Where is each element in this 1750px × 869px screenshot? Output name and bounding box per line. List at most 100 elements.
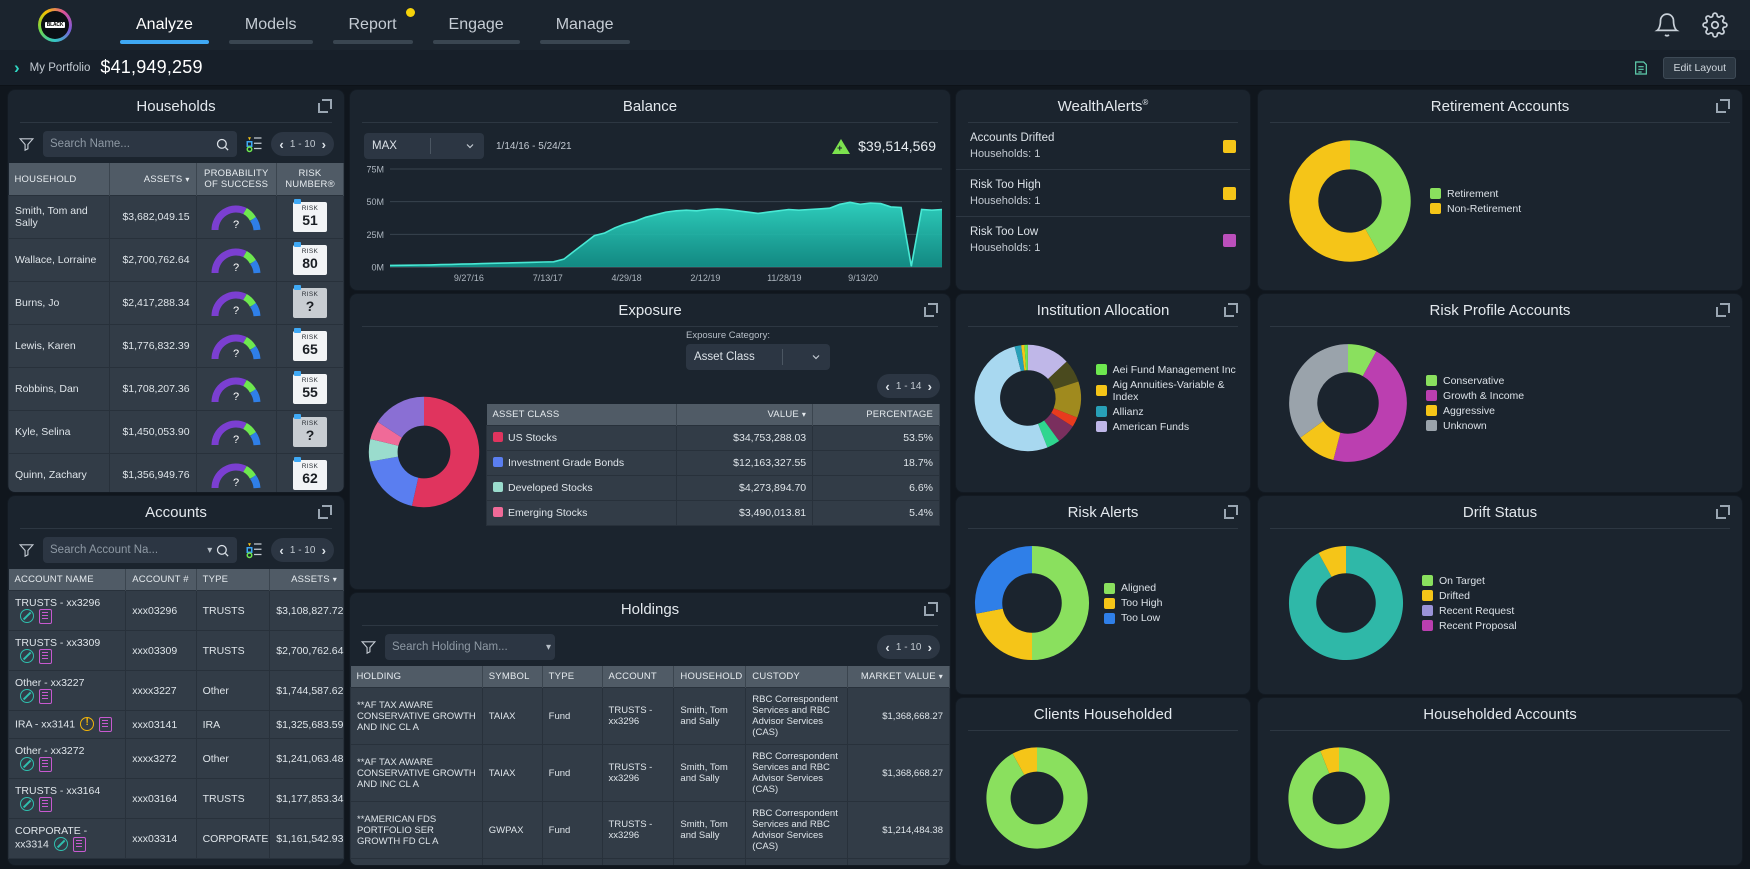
prev-page-icon[interactable]: ‹ — [885, 379, 889, 394]
brand-logo[interactable]: BLACK — [0, 8, 110, 42]
table-row[interactable]: Investment Grade Bonds $12,163,327.55 18.7… — [485, 450, 940, 476]
table-row[interactable]: Lewis, Karen $1,776,832.39? RISK 65 — [8, 324, 344, 368]
donut-slice[interactable] — [975, 608, 1032, 661]
no-restriction-icon[interactable] — [20, 609, 34, 623]
exposure-category-select[interactable]: Asset Class — [686, 344, 830, 370]
no-restriction-icon[interactable] — [20, 757, 34, 771]
expand-retirement-icon[interactable] — [1716, 99, 1730, 113]
no-restriction-icon[interactable] — [53, 837, 68, 851]
wealthalert-item[interactable]: Accounts Drifted Households: 1 — [956, 123, 1250, 169]
filter-icon[interactable] — [18, 542, 35, 559]
donut-slice[interactable] — [974, 545, 1032, 614]
donut-slice[interactable] — [369, 456, 419, 506]
edit-layout-button[interactable]: Edit Layout — [1663, 56, 1736, 79]
prev-page-icon[interactable]: ‹ — [279, 543, 283, 558]
document-icon[interactable] — [39, 689, 52, 704]
households-search-box[interactable] — [43, 131, 238, 157]
wealthalert-item[interactable]: Risk Too High Households: 1 — [956, 169, 1250, 216]
gear-icon[interactable] — [1702, 12, 1728, 38]
document-icon[interactable] — [72, 837, 86, 852]
table-row[interactable]: **AF TAX AWARE CONSERVATIVE GROWTH AND I… — [350, 687, 950, 745]
next-page-icon[interactable]: › — [322, 137, 326, 152]
next-page-icon[interactable]: › — [928, 379, 932, 394]
next-page-icon[interactable]: › — [928, 640, 932, 655]
expand-households-icon[interactable] — [318, 99, 332, 113]
column-header-assets[interactable]: ASSETS ▾ — [269, 569, 344, 591]
table-row[interactable]: Emerging Stocks $3,490,013.81 5.4% — [485, 500, 940, 526]
expand-institution-icon[interactable] — [1224, 303, 1238, 317]
nav-item-manage[interactable]: Manage — [530, 0, 640, 50]
chevron-down-icon[interactable] — [810, 351, 822, 363]
column-header-risk-number[interactable]: RISK NUMBER® — [276, 163, 344, 196]
holdings-search-box[interactable]: ▾ — [385, 634, 555, 660]
chevron-down-icon[interactable]: ▾ — [546, 642, 551, 653]
nav-item-engage[interactable]: Engage — [423, 0, 530, 50]
document-icon[interactable] — [39, 649, 52, 664]
column-header-account[interactable]: ACCOUNT — [602, 666, 675, 688]
search-icon[interactable] — [215, 137, 230, 152]
column-header-custody[interactable]: CUSTODY — [745, 666, 849, 688]
table-row[interactable]: US Stocks $34,753,288.03 53.5% — [485, 425, 940, 451]
search-icon[interactable] — [215, 543, 230, 558]
expand-riskprofile-icon[interactable] — [1716, 303, 1730, 317]
nav-item-report[interactable]: Report — [323, 0, 423, 50]
table-row[interactable]: Wallace, Lorraine $2,700,762.64? RISK 80 — [8, 238, 344, 282]
expand-portfolio-chevron-icon[interactable]: › — [14, 58, 20, 78]
alert-icon[interactable] — [80, 716, 95, 731]
column-header-account-number[interactable]: ACCOUNT # — [125, 569, 197, 591]
document-icon[interactable] — [99, 717, 113, 732]
accounts-search-box[interactable]: ▾ — [43, 537, 238, 563]
accounts-search-input[interactable] — [50, 544, 208, 556]
bell-icon[interactable] — [1654, 12, 1680, 38]
table-row[interactable]: TRUSTS - xx3296 xxx03296 TRUSTS $3,108,827.… — [8, 590, 344, 631]
expand-riskalerts-icon[interactable] — [1224, 505, 1238, 519]
expand-exposure-icon[interactable] — [924, 303, 938, 317]
nav-item-models[interactable]: Models — [219, 0, 323, 50]
column-header-holding[interactable]: HOLDING — [350, 666, 483, 688]
document-icon[interactable] — [39, 797, 52, 812]
table-row[interactable]: CORPORATE - xx3314 xxx03314 CORPORATE $1,16… — [8, 818, 344, 859]
sort-settings-icon[interactable] — [245, 135, 263, 153]
column-header-percentage[interactable]: PERCENTAGE — [812, 404, 940, 426]
balance-period-select[interactable]: MAX — [364, 133, 484, 159]
column-header-household[interactable]: HOUSEHOLD — [8, 163, 110, 196]
no-restriction-icon[interactable] — [20, 689, 34, 703]
document-icon[interactable] — [39, 609, 52, 624]
document-icon[interactable] — [39, 757, 52, 772]
table-row[interactable]: Other - xx3272 xxxx3272 Other $1,241,063.48 — [8, 738, 344, 779]
table-row[interactable]: **AMERICAN FDS PORTFOLIO SER GROWTH FD C… — [350, 858, 950, 865]
expand-driftstatus-icon[interactable] — [1716, 505, 1730, 519]
wealthalert-item[interactable]: Risk Too Low Households: 1 — [956, 216, 1250, 263]
next-page-icon[interactable]: › — [322, 543, 326, 558]
column-header-symbol[interactable]: SYMBOL — [482, 666, 543, 688]
column-header-value[interactable]: VALUE ▾ — [676, 404, 814, 426]
nav-item-analyze[interactable]: Analyze — [110, 0, 219, 50]
column-header-type[interactable]: TYPE — [542, 666, 603, 688]
no-restriction-icon[interactable] — [20, 649, 34, 663]
table-row[interactable]: Quinn, Zachary $1,356,949.76? RISK 62 — [8, 453, 344, 492]
column-header-household[interactable]: HOUSEHOLD — [673, 666, 747, 688]
column-header-market-value[interactable]: MARKET VALUE ▾ — [847, 666, 950, 688]
column-header-asset-class[interactable]: ASSET CLASS — [486, 404, 678, 426]
table-row[interactable]: Smith, Tom and Sally $3,682,049.15? RISK 51 — [8, 195, 344, 239]
table-row[interactable]: TRUSTS - xx3164 xxx03164 TRUSTS $1,177,853.… — [8, 778, 344, 819]
prev-page-icon[interactable]: ‹ — [885, 640, 889, 655]
chevron-down-icon[interactable]: ▾ — [207, 545, 212, 556]
column-header-probability[interactable]: PROBABILITY OF SUCCESS — [196, 163, 277, 196]
table-row[interactable]: TRUSTS - xx3309 xxx03309 TRUSTS $2,700,762.… — [8, 630, 344, 671]
table-row[interactable]: Developed Stocks $4,273,894.70 6.6% — [485, 475, 940, 501]
donut-slice[interactable] — [1032, 545, 1090, 661]
filter-icon[interactable] — [360, 639, 377, 656]
no-restriction-icon[interactable] — [20, 797, 34, 811]
table-row[interactable]: IRA - xx3141 xxx03141IRA$1,325,683.59 — [8, 710, 344, 739]
table-row[interactable]: Burns, Jo $2,417,288.34? RISK? — [8, 281, 344, 325]
prev-page-icon[interactable]: ‹ — [279, 137, 283, 152]
expand-holdings-icon[interactable] — [924, 602, 938, 616]
column-header-account-name[interactable]: ACCOUNT NAME — [8, 569, 127, 591]
holdings-search-input[interactable] — [392, 641, 546, 653]
column-header-assets[interactable]: ASSETS ▾ — [109, 163, 197, 196]
table-row[interactable]: **AMERICAN FDS PORTFOLIO SER GROWTH FD C… — [350, 801, 950, 859]
table-row[interactable]: Robbins, Dan $1,708,207.36? RISK 55 — [8, 367, 344, 411]
report-icon[interactable] — [1633, 60, 1649, 76]
households-search-input[interactable] — [50, 138, 216, 150]
